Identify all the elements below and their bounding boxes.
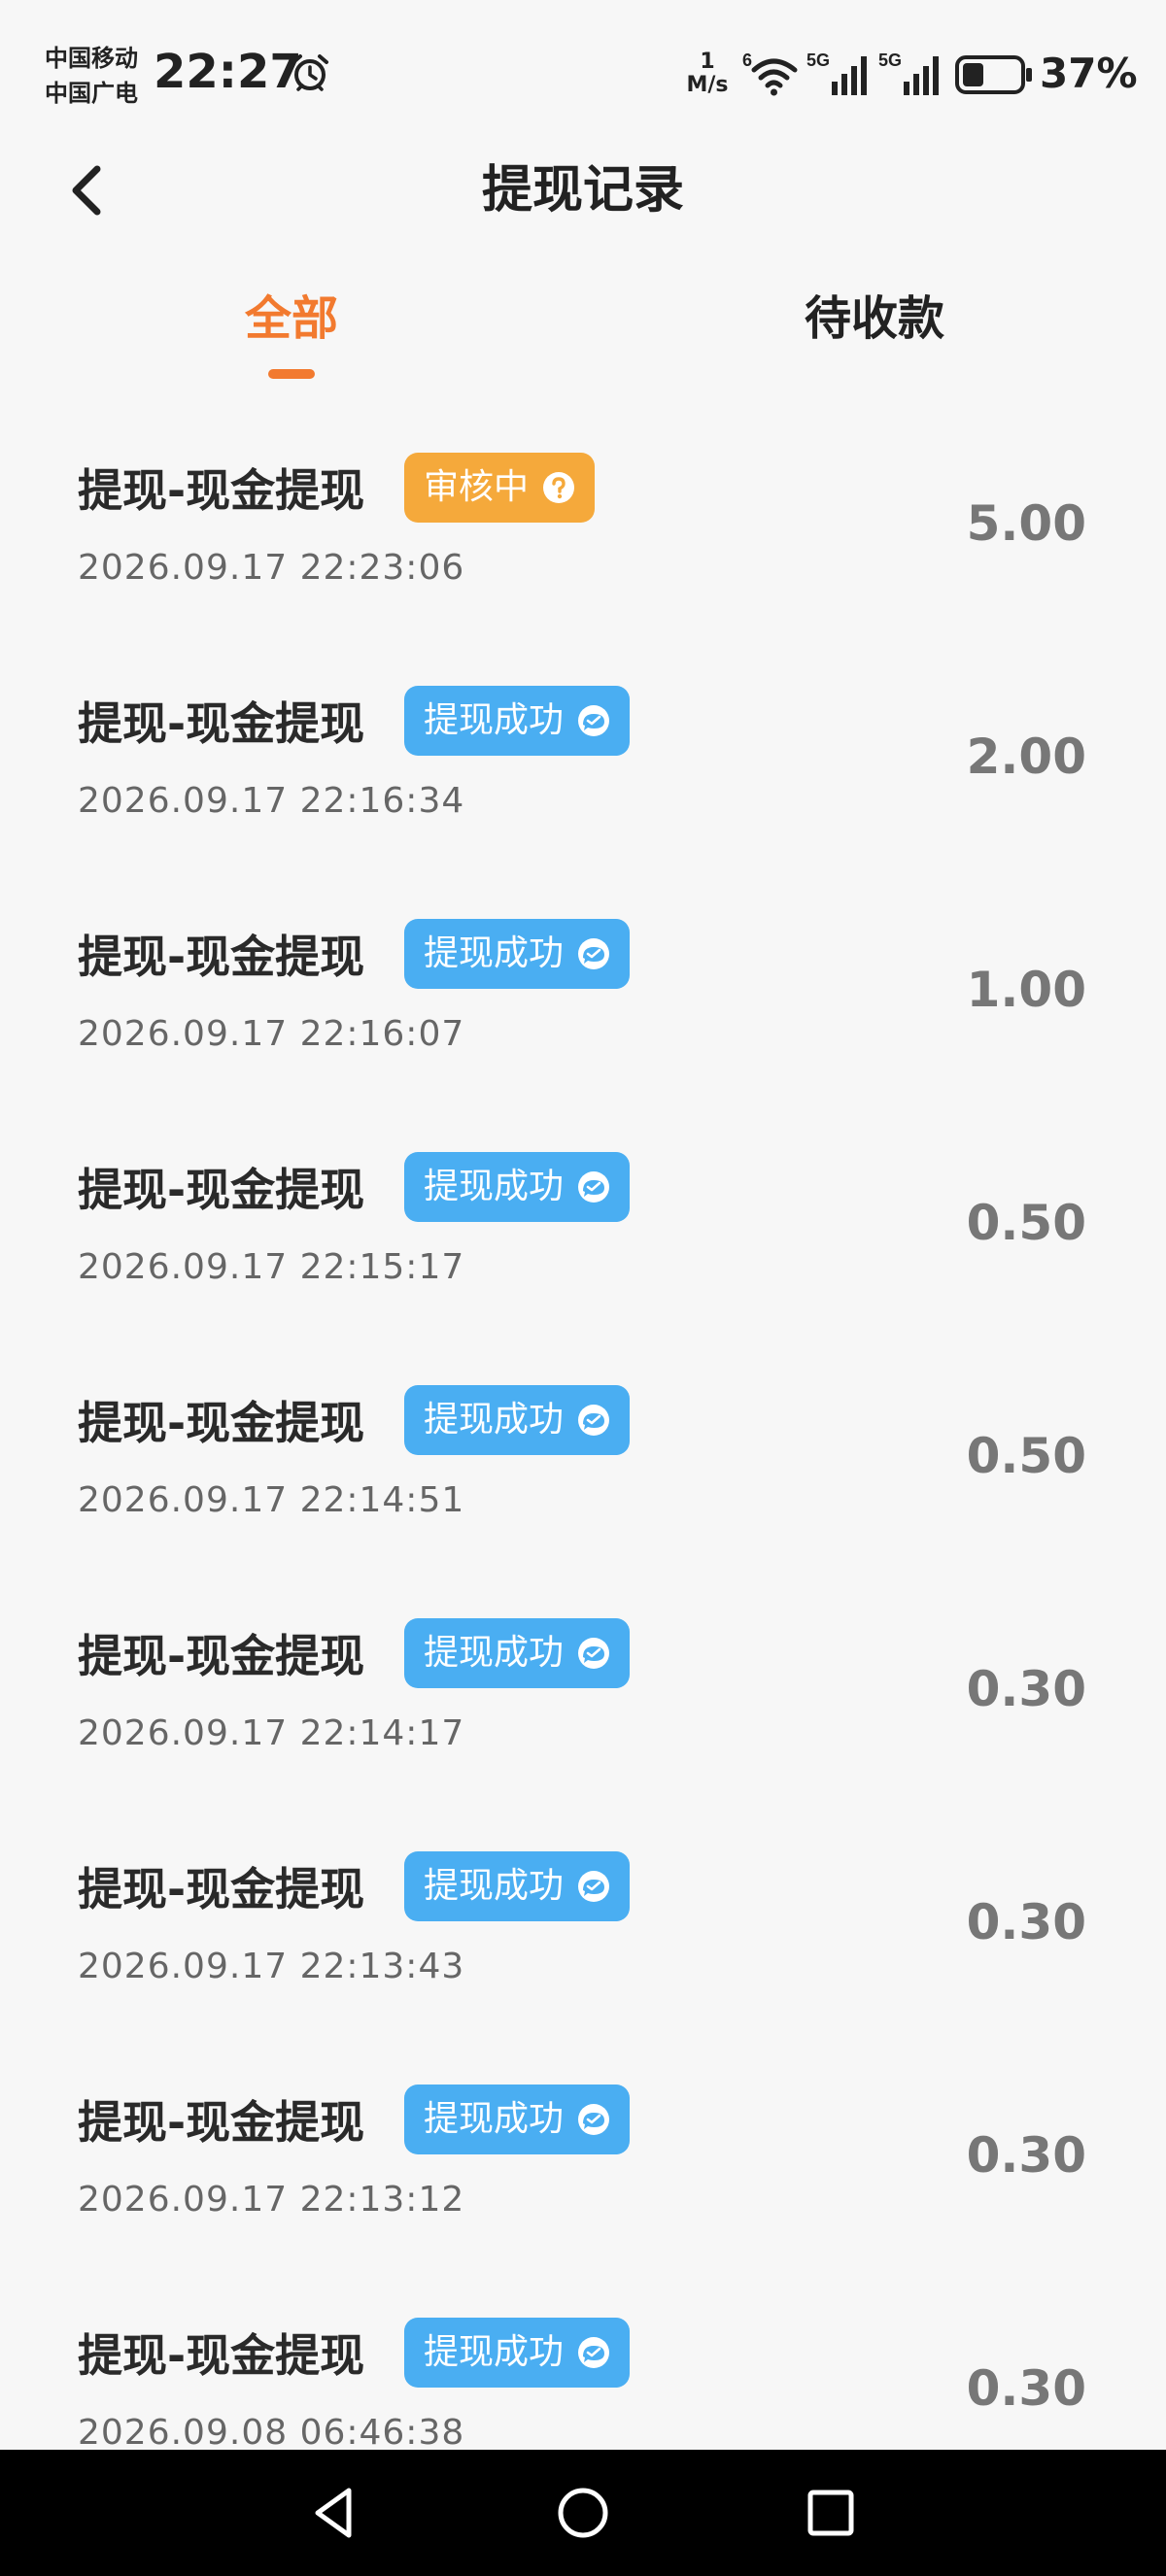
triangle-back-icon[interactable] — [306, 2479, 364, 2547]
record-time: 2026.09.08 06:46:38 — [78, 2413, 465, 2448]
record-time: 2026.09.17 22:13:43 — [78, 1947, 465, 1986]
status-badge: 提现成功 — [404, 1851, 631, 1921]
record-title: 提现-现金提现 — [78, 464, 365, 517]
record-amount: 0.30 — [966, 1894, 1086, 1950]
back-arrow-icon[interactable] — [58, 155, 120, 225]
status-badge-label: 提现成功 — [424, 1866, 565, 1906]
status-badge: 提现成功 — [404, 1152, 631, 1222]
network-speed-unit: M/s — [686, 73, 729, 97]
status-bar: 中国移动 中国广电 22:27 1 M/s 6 5G 5G 37% — [0, 0, 1166, 136]
battery-icon — [955, 55, 1032, 94]
status-time: 22:27 — [154, 45, 302, 99]
cell-signal-2-icon: 5G — [878, 51, 939, 95]
carrier-info: 中国移动 中国广电 — [45, 41, 138, 111]
wifi-generation-label: 6 — [742, 51, 752, 70]
record-amount: 0.30 — [966, 1661, 1086, 1717]
help-circle-icon[interactable] — [542, 471, 575, 504]
status-badge-label: 提现成功 — [424, 2332, 565, 2372]
record-title: 提现-现金提现 — [78, 697, 365, 750]
record-title: 提现-现金提现 — [78, 2329, 365, 2382]
record-amount: 0.30 — [966, 2360, 1086, 2417]
circle-home-icon[interactable] — [554, 2479, 612, 2547]
status-badge: 提现成功 — [404, 1385, 631, 1455]
status-badge: 提现成功 — [404, 2318, 631, 2388]
list-item[interactable]: 提现-现金提现 提现成功 2026.09.08 06:46:38 0.30 — [0, 2263, 1166, 2448]
network-speed: 1 M/s — [680, 51, 735, 97]
tab-all[interactable]: 全部 — [165, 284, 418, 354]
wechat-icon — [578, 1171, 610, 1203]
record-title: 提现-现金提现 — [78, 1630, 365, 1682]
record-title: 提现-现金提现 — [78, 931, 365, 983]
list-item[interactable]: 提现-现金提现 提现成功 2026.09.17 22:14:17 0.30 — [0, 1564, 1166, 1797]
record-amount: 2.00 — [966, 729, 1086, 785]
record-time: 2026.09.17 22:14:51 — [78, 1480, 465, 1520]
wechat-icon — [578, 1405, 610, 1436]
record-amount: 5.00 — [966, 495, 1086, 552]
record-amount: 1.00 — [966, 962, 1086, 1018]
record-amount: 0.50 — [966, 1428, 1086, 1484]
carrier-name-1: 中国移动 — [45, 45, 138, 72]
wechat-icon — [578, 1871, 610, 1902]
wechat-icon — [578, 938, 610, 969]
list-item[interactable]: 提现-现金提现 提现成功 2026.09.17 22:13:12 0.30 — [0, 2030, 1166, 2263]
record-time: 2026.09.17 22:15:17 — [78, 1247, 465, 1287]
status-badge-label: 提现成功 — [424, 1633, 565, 1673]
status-badge: 提现成功 — [404, 1618, 631, 1688]
battery-level-fill — [963, 63, 983, 86]
record-time: 2026.09.17 22:14:17 — [78, 1713, 465, 1753]
status-badge-label: 提现成功 — [424, 1400, 565, 1440]
record-time: 2026.09.17 22:16:34 — [78, 781, 465, 821]
cell-signal-1-icon: 5G — [806, 51, 867, 95]
record-title: 提现-现金提现 — [78, 1863, 365, 1915]
wechat-icon — [578, 2337, 610, 2368]
status-badge-label: 审核中 — [424, 467, 530, 507]
status-badge[interactable]: 审核中 — [404, 453, 596, 523]
signal-1-label: 5G — [806, 51, 830, 70]
wechat-icon — [578, 2104, 610, 2135]
list-item[interactable]: 提现-现金提现 提现成功 2026.09.17 22:15:17 0.50 — [0, 1098, 1166, 1331]
list-item[interactable]: 提现-现金提现 审核中 2026.09.17 22:23:06 5.00 — [0, 398, 1166, 631]
tab-pending-receipt[interactable]: 待收款 — [748, 284, 1001, 354]
network-speed-value: 1 — [700, 50, 715, 74]
page-title: 提现记录 — [481, 161, 684, 220]
record-title: 提现-现金提现 — [78, 2096, 365, 2149]
status-badge-label: 提现成功 — [424, 933, 565, 973]
list-item[interactable]: 提现-现金提现 提现成功 2026.09.17 22:16:34 2.00 — [0, 631, 1166, 864]
wechat-icon — [578, 705, 610, 736]
record-amount: 0.30 — [966, 2127, 1086, 2184]
active-tab-indicator — [268, 369, 315, 379]
status-badge: 提现成功 — [404, 686, 631, 756]
record-title: 提现-现金提现 — [78, 1397, 365, 1449]
record-time: 2026.09.17 22:23:06 — [78, 548, 465, 588]
list-item[interactable]: 提现-现金提现 提现成功 2026.09.17 22:13:43 0.30 — [0, 1797, 1166, 2030]
record-time: 2026.09.17 22:16:07 — [78, 1014, 465, 1054]
list-item[interactable]: 提现-现金提现 提现成功 2026.09.17 22:14:51 0.50 — [0, 1331, 1166, 1564]
withdrawal-record-list[interactable]: 提现-现金提现 审核中 2026.09.17 22:23:06 5.00 提现-… — [0, 398, 1166, 2448]
record-title: 提现-现金提现 — [78, 1164, 365, 1216]
wifi-icon: 6 — [742, 51, 798, 96]
system-navigation-bar — [0, 2450, 1166, 2576]
square-recents-icon[interactable] — [802, 2479, 860, 2547]
status-badge-label: 提现成功 — [424, 1167, 565, 1206]
status-badge: 提现成功 — [404, 2085, 631, 2154]
status-badge-label: 提现成功 — [424, 2099, 565, 2139]
signal-2-label: 5G — [878, 51, 902, 70]
record-time: 2026.09.17 22:13:12 — [78, 2180, 465, 2220]
alarm-clock-icon — [292, 54, 328, 91]
status-badge: 提现成功 — [404, 919, 631, 989]
carrier-name-2: 中国广电 — [45, 80, 138, 107]
record-amount: 0.50 — [966, 1195, 1086, 1251]
status-badge-label: 提现成功 — [424, 700, 565, 740]
battery-percent: 37% — [1040, 50, 1138, 97]
wechat-icon — [578, 1638, 610, 1669]
list-item[interactable]: 提现-现金提现 提现成功 2026.09.17 22:16:07 1.00 — [0, 864, 1166, 1098]
